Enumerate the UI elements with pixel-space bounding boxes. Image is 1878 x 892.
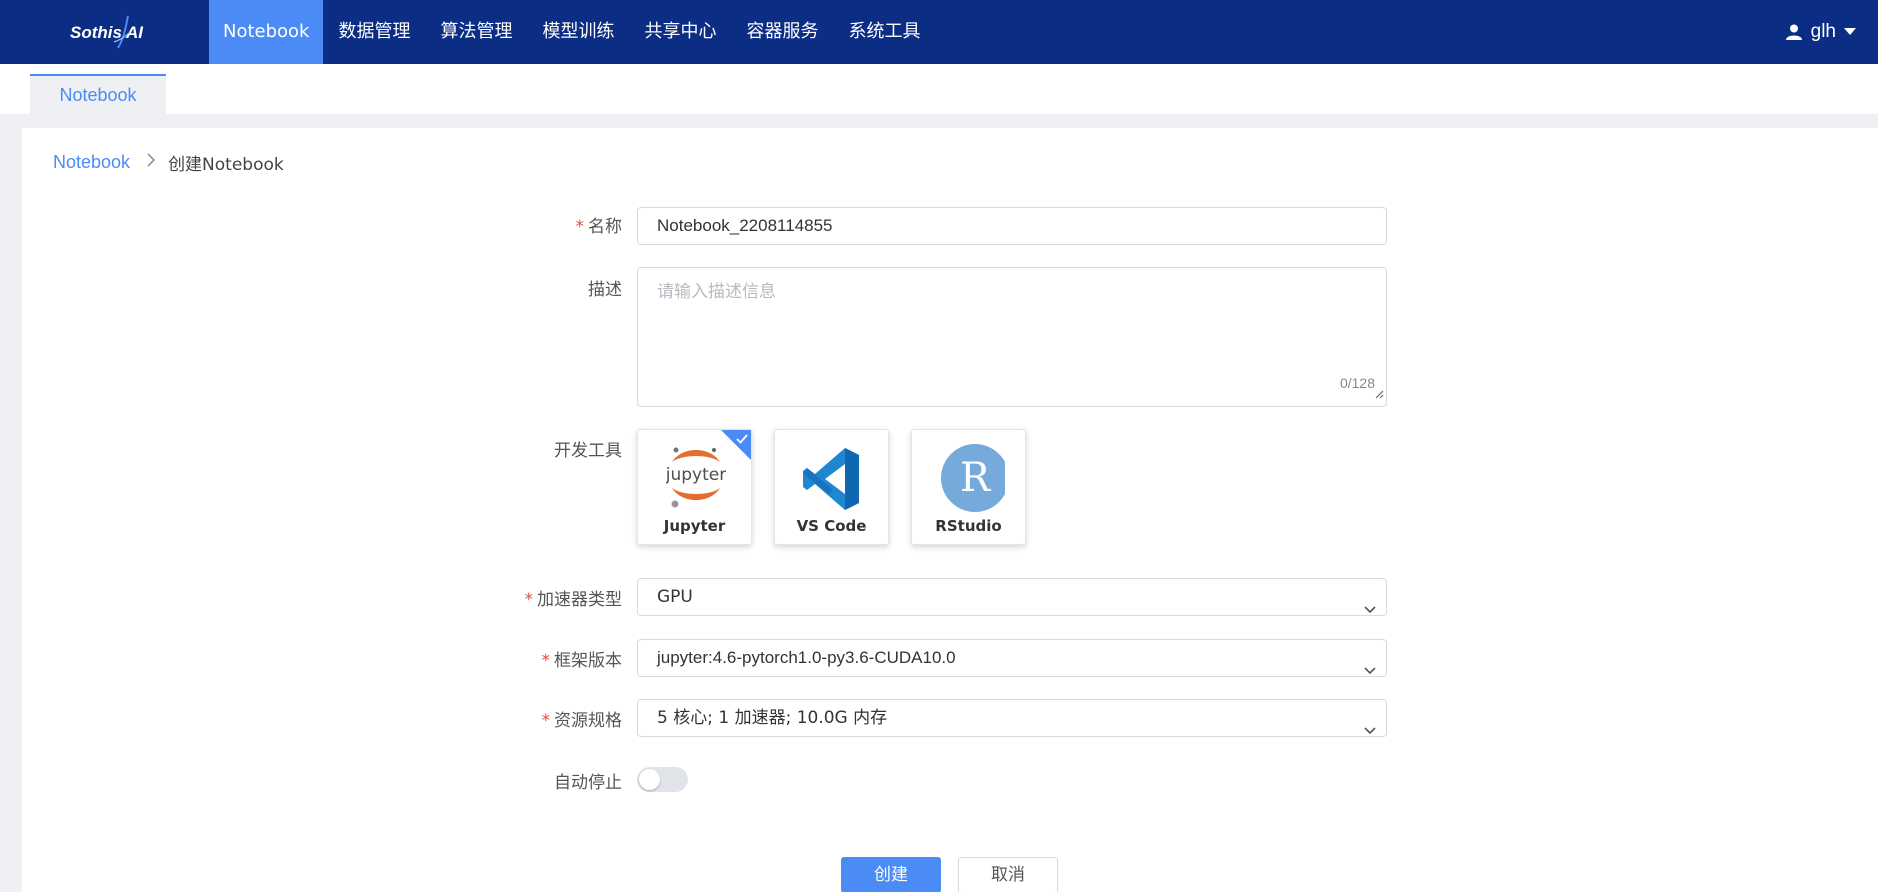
user-icon: [1785, 23, 1803, 41]
chevron-right-icon: [146, 153, 156, 172]
framework-label-text: 框架版本: [554, 651, 622, 671]
caret-down-icon: [1844, 28, 1856, 36]
framework-select[interactable]: jupyter:4.6-pytorch1.0-py3.6-CUDA10.0: [637, 639, 1387, 677]
name-label: * 名称: [422, 212, 623, 237]
description-placeholder: 请输入描述信息: [657, 282, 776, 302]
jupyter-icon: jupyter: [666, 447, 726, 508]
framework-label: * 框架版本: [422, 646, 623, 671]
nav-item-data-management[interactable]: 数据管理: [323, 0, 425, 64]
breadcrumb: Notebook 创建Notebook: [53, 150, 284, 175]
nav-item-sharing-center[interactable]: 共享中心: [629, 0, 731, 64]
checkmark-icon: [736, 432, 748, 447]
nav-item-notebook[interactable]: Notebook: [209, 0, 324, 64]
vscode-icon: [803, 448, 859, 510]
dev-tools-label: 开发工具: [554, 441, 622, 461]
nav-item-system-tools[interactable]: 系统工具: [833, 0, 935, 64]
dev-tools-group: jupyter Jupyter VS Code R RStudio: [637, 429, 1026, 545]
breadcrumb-link-notebook[interactable]: Notebook: [53, 152, 130, 173]
resource-label-text: 资源规格: [554, 711, 622, 731]
name-label-text: 名称: [588, 217, 622, 237]
cancel-button[interactable]: 取消: [958, 857, 1058, 892]
name-input[interactable]: Notebook_2208114855: [637, 207, 1387, 245]
tab-strip: Notebook: [0, 64, 1878, 114]
breadcrumb-current: 创建Notebook: [168, 155, 284, 175]
tab-notebook[interactable]: Notebook: [30, 74, 166, 114]
dev-tool-vscode-label: VS Code: [796, 517, 867, 535]
nav-item-model-training[interactable]: 模型训练: [527, 0, 629, 64]
chevron-down-icon: [1364, 591, 1376, 627]
required-mark: *: [524, 590, 534, 610]
accelerator-select[interactable]: GPU: [637, 578, 1387, 616]
dev-tool-jupyter-label: Jupyter: [663, 517, 726, 535]
accelerator-value: GPU: [657, 587, 693, 607]
user-menu[interactable]: glh: [1785, 0, 1856, 64]
description-textarea[interactable]: 请输入描述信息 0/128: [637, 267, 1387, 407]
resource-value: 5 核心; 1 加速器; 10.0G 内存: [657, 708, 888, 728]
svg-text:Sothis: Sothis: [70, 23, 122, 42]
main-card: Notebook 创建Notebook * 名称 Notebook_2208114…: [22, 128, 1878, 892]
description-label: 描述: [588, 280, 622, 300]
nav-item-algorithm-management[interactable]: 算法管理: [425, 0, 527, 64]
rstudio-icon: R: [941, 444, 1005, 512]
svg-text:R: R: [960, 455, 992, 501]
dev-tool-rstudio-label: RStudio: [935, 517, 1002, 535]
resource-select[interactable]: 5 核心; 1 加速器; 10.0G 内存: [637, 699, 1387, 737]
svg-text:jupyter: jupyter: [666, 465, 726, 485]
required-mark: *: [541, 711, 551, 731]
chevron-down-icon: [1364, 652, 1376, 688]
auto-stop-toggle[interactable]: [637, 767, 688, 792]
required-mark: *: [541, 651, 551, 671]
resize-handle-icon[interactable]: [1375, 386, 1384, 404]
framework-value: jupyter:4.6-pytorch1.0-py3.6-CUDA10.0: [657, 648, 956, 667]
accelerator-label-text: 加速器类型: [537, 590, 622, 610]
username: glh: [1810, 21, 1836, 42]
top-navbar: Sothis AI Notebook 数据管理 算法管理 模型训练 共享中心 容…: [0, 0, 1878, 64]
chevron-down-icon: [1364, 712, 1376, 748]
resource-label: * 资源规格: [422, 706, 623, 731]
dev-tool-vscode[interactable]: VS Code: [774, 429, 889, 545]
nav-item-container-service[interactable]: 容器服务: [731, 0, 833, 64]
required-mark: *: [575, 217, 585, 237]
main-nav: Notebook 数据管理 算法管理 模型训练 共享中心 容器服务 系统工具: [209, 0, 935, 64]
accelerator-label: * 加速器类型: [422, 585, 623, 610]
dev-tool-rstudio[interactable]: R RStudio: [911, 429, 1026, 545]
sothis-ai-logo[interactable]: Sothis AI: [68, 14, 148, 50]
dev-tool-jupyter[interactable]: jupyter Jupyter: [637, 429, 752, 545]
auto-stop-label: 自动停止: [554, 773, 622, 793]
create-button[interactable]: 创建: [841, 857, 941, 892]
description-char-counter: 0/128: [1339, 375, 1375, 391]
toggle-knob: [639, 769, 660, 790]
svg-text:AI: AI: [125, 23, 144, 42]
